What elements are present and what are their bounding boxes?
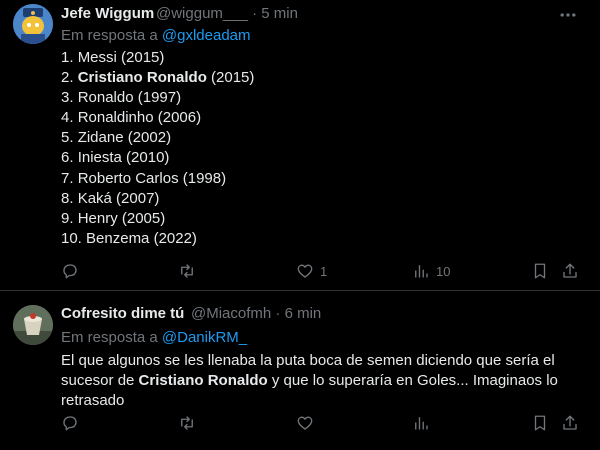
timestamp[interactable]: 5 min bbox=[261, 5, 298, 22]
avatar-image bbox=[13, 305, 53, 345]
reply-prefix: Em resposta a bbox=[61, 329, 158, 346]
reply-context: Em resposta a @gxldeadam bbox=[61, 27, 251, 44]
list-item: 6. Iniesta (2010) bbox=[61, 149, 170, 167]
views-icon bbox=[415, 265, 428, 278]
list-item: 10. Benzema (2022) bbox=[61, 229, 197, 247]
tweet-text: El que algunos se les llenaba la puta bo… bbox=[61, 352, 558, 409]
reply-mention-link[interactable]: @gxldeadam bbox=[162, 27, 251, 44]
meta-separator: · bbox=[275, 305, 281, 322]
author-meta: @wiggum___ · 5 min bbox=[156, 5, 298, 22]
tweet[interactable]: Jefe Wiggum @wiggum___ · 5 min Em respos… bbox=[0, 0, 600, 291]
avatar[interactable] bbox=[13, 305, 53, 345]
reply-prefix: Em resposta a bbox=[61, 27, 158, 44]
author-handle[interactable]: @wiggum___ bbox=[156, 5, 248, 22]
share-icon bbox=[563, 415, 577, 430]
bookmark-button[interactable] bbox=[531, 261, 549, 281]
views-button[interactable] bbox=[412, 413, 436, 433]
views-count: 10 bbox=[436, 263, 451, 279]
like-button[interactable] bbox=[296, 413, 320, 433]
reply-icon bbox=[63, 264, 77, 279]
author-name[interactable]: Jefe Wiggum bbox=[61, 5, 154, 22]
meta-separator: · bbox=[252, 5, 258, 22]
author-name[interactable]: Cofresito dime tú bbox=[61, 305, 184, 322]
list-item: 7. Roberto Carlos (1998) bbox=[61, 169, 227, 187]
list-item: 5. Zidane (2002) bbox=[61, 129, 172, 147]
retweet-icon bbox=[181, 264, 193, 278]
views-button[interactable]: 10 bbox=[412, 261, 450, 281]
bookmark-icon bbox=[534, 263, 546, 279]
list-item: 2. Cristiano Ronaldo (2015) bbox=[61, 69, 255, 87]
timestamp[interactable]: 6 min bbox=[285, 305, 322, 322]
share-button[interactable] bbox=[561, 261, 579, 281]
bookmark-button[interactable] bbox=[531, 413, 549, 433]
heart-icon bbox=[297, 264, 313, 278]
avatar[interactable] bbox=[13, 4, 53, 44]
list-item: 3. Ronaldo (1997) bbox=[61, 89, 182, 107]
heart-icon bbox=[297, 416, 313, 430]
reply-button[interactable] bbox=[61, 413, 85, 433]
reply-context: Em resposta a @DanikRM_ bbox=[61, 329, 247, 346]
reply-mention-link[interactable]: @DanikRM_ bbox=[162, 329, 247, 346]
tweet[interactable]: Cofresito dime tú @Miacofmh · 6 min Em r… bbox=[0, 291, 600, 450]
author-handle[interactable]: @Miacofmh bbox=[191, 305, 271, 322]
list-item: 8. Kaká (2007) bbox=[61, 189, 160, 207]
share-icon bbox=[563, 263, 577, 278]
more-icon bbox=[560, 13, 576, 17]
retweet-icon bbox=[181, 416, 193, 430]
tweet-text: 1. Messi (2015) 2. Cristiano Ronaldo (20… bbox=[61, 48, 254, 249]
bookmark-icon bbox=[534, 415, 546, 431]
like-button[interactable]: 1 bbox=[296, 261, 327, 281]
views-icon bbox=[415, 417, 428, 430]
retweet-button[interactable] bbox=[178, 413, 202, 433]
list-item: 4. Ronaldinho (2006) bbox=[61, 109, 202, 127]
more-button[interactable] bbox=[558, 5, 578, 25]
reply-button[interactable] bbox=[61, 261, 85, 281]
author-meta: @Miacofmh · 6 min bbox=[191, 305, 321, 322]
reply-icon bbox=[63, 416, 77, 431]
list-item: 1. Messi (2015) bbox=[61, 49, 165, 66]
like-count: 1 bbox=[320, 263, 328, 279]
share-button[interactable] bbox=[561, 413, 579, 433]
avatar-image bbox=[13, 4, 53, 44]
retweet-button[interactable] bbox=[178, 261, 202, 281]
list-item: 9. Henry (2005) bbox=[61, 209, 166, 227]
